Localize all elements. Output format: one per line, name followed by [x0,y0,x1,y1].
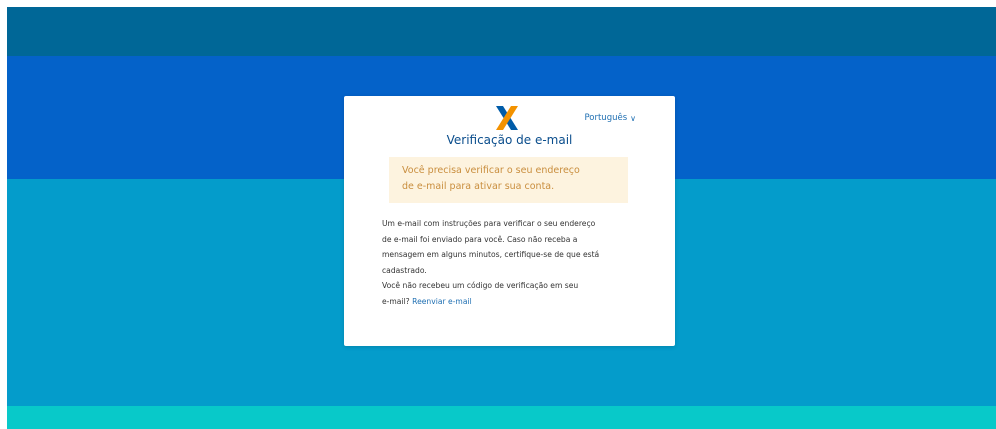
instructions-text: Um e-mail com instruções para verificar … [382,216,644,310]
background-stage: Português ∨ Verificação de e-mail Você p… [7,7,996,429]
verification-notice: Você precisa verificar o seu endereço de… [389,157,628,203]
language-selector[interactable]: Português ∨ [584,113,636,123]
email-verification-card: Português ∨ Verificação de e-mail Você p… [344,96,675,346]
notice-line-2: de e-mail para ativar sua conta. [402,181,555,192]
browser-top-edge [0,0,996,7]
page: Português ∨ Verificação de e-mail Você p… [0,0,996,429]
page-title: Verificação de e-mail [446,133,573,147]
instructions-line-5: Você não recebeu um código de verificaçã… [382,281,579,291]
background-band-teal [7,406,996,429]
instructions-line-2: de e-mail foi enviado para você. Caso nã… [382,234,578,244]
language-label: Português [584,113,628,123]
resend-email-link[interactable]: Reenviar e-mail [412,297,472,306]
resend-prompt: e-mail? [382,296,410,306]
instructions-line-6: e-mail? Reenviar e-mail [382,294,644,310]
caixa-x-logo-icon [496,106,518,130]
background-band-dark [7,7,996,56]
notice-line-1: Você precisa verificar o seu endereço [402,165,580,176]
chevron-down-icon: ∨ [630,113,636,123]
instructions-line-1: Um e-mail com instruções para verificar … [382,219,596,228]
instructions-line-4: cadastrado. [382,265,427,275]
instructions-line-3: mensagem em alguns minutos, certifique-s… [382,250,600,260]
